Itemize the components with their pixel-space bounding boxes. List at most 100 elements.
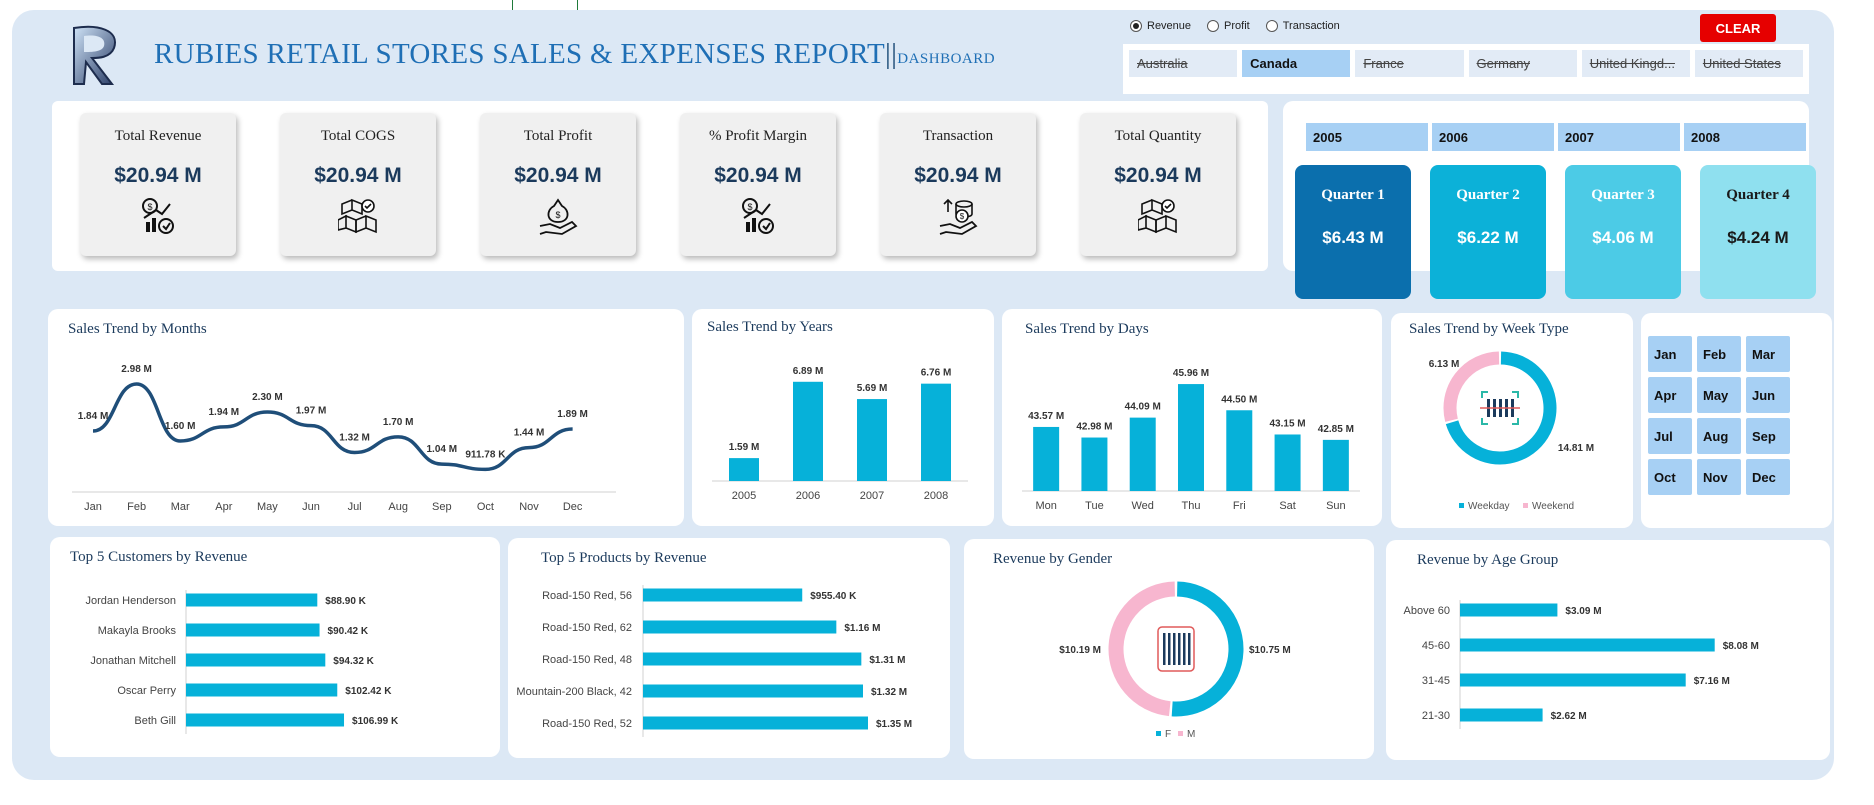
kpi-value: $20.94 M <box>1114 164 1202 187</box>
radio-label: Transaction <box>1282 20 1340 32</box>
radio-dot[interactable] <box>1130 20 1142 32</box>
data-label: 1.32 M <box>339 433 370 444</box>
data-label: $106.99 K <box>352 716 399 727</box>
data-label: $94.32 K <box>333 656 374 667</box>
x-tick-label: Fri <box>1233 500 1246 512</box>
logo <box>73 25 116 85</box>
quarter-1-card[interactable]: Quarter 1 $6.43 M <box>1295 165 1411 299</box>
bar <box>643 620 837 634</box>
x-tick-label: Feb <box>127 501 146 513</box>
y-tick-label: Makayla Brooks <box>98 625 177 637</box>
quarter-label: Quarter 4 <box>1726 187 1790 203</box>
month-oct[interactable]: Oct <box>1648 459 1692 495</box>
month-nov[interactable]: Nov <box>1697 459 1741 495</box>
quarter-4-card[interactable]: Quarter 4 $4.24 M <box>1700 165 1816 299</box>
y-tick-label: Jordan Henderson <box>85 595 176 607</box>
y-tick-label: Road-150 Red, 56 <box>542 590 632 602</box>
data-label: 1.97 M <box>296 406 327 417</box>
country-united-states[interactable]: United States <box>1694 50 1804 77</box>
clear-button[interactable]: CLEAR <box>1700 14 1776 42</box>
month-feb[interactable]: Feb <box>1697 336 1741 372</box>
y-tick-label: 21-30 <box>1422 710 1450 722</box>
donut-slice <box>1171 581 1244 717</box>
quarter-value: $4.06 M <box>1592 228 1654 247</box>
customers-bar-chart: $88.90 K Jordan Henderson $90.42 K Makayla … <box>85 590 399 734</box>
quarter-value: $6.43 M <box>1322 228 1384 247</box>
month-dec[interactable]: Dec <box>1746 459 1790 495</box>
country-united-kingdom[interactable]: United Kingd... <box>1581 50 1690 77</box>
quarter-2-card[interactable]: Quarter 2 $6.22 M <box>1430 165 1546 299</box>
x-tick-label: 2007 <box>860 490 884 502</box>
x-tick-label: Wed <box>1132 500 1154 512</box>
kpi-label: Total Quantity <box>1114 128 1202 144</box>
radio-revenue[interactable]: Revenue <box>1130 20 1191 32</box>
month-jan[interactable]: Jan <box>1648 336 1692 372</box>
quarter-3-card[interactable]: Quarter 3 $4.06 M <box>1565 165 1681 299</box>
x-tick-label: Jun <box>302 501 320 513</box>
months-card: Sales Trend by Months 1.84 M Jan 2.98 M Feb… <box>48 309 684 526</box>
kpi-total-revenue: Total Revenue $20.94 M $ <box>80 113 236 256</box>
data-label: $8.08 M <box>1723 641 1759 652</box>
radio-dot[interactable] <box>1265 20 1278 32</box>
boxes-icon <box>337 198 377 234</box>
data-label: $3.09 M <box>1565 606 1601 617</box>
radio-label: Profit <box>1224 20 1250 32</box>
gender-card: Revenue by Gender $10.75 M $10.19 MFM <box>964 539 1374 759</box>
month-mar[interactable]: Mar <box>1746 336 1790 372</box>
country-canada[interactable]: Canada <box>1242 50 1351 77</box>
customers-card: Top 5 Customers by Revenue $88.90 K Jorda… <box>50 537 500 757</box>
legend-swatch <box>1459 503 1464 508</box>
data-label: 1.70 M <box>383 417 414 428</box>
country-australia[interactable]: Australia <box>1129 50 1238 77</box>
kpi-total-cogs: Total COGS $20.94 M <box>280 113 436 256</box>
kpi-value: $20.94 M <box>114 164 202 187</box>
x-tick-label: Apr <box>215 501 232 513</box>
money-bag-hand-icon: $ <box>539 198 578 235</box>
coins-hand-icon: $ <box>939 198 978 235</box>
kpi-profit-margin: % Profit Margin $20.94 M $ <box>680 113 836 256</box>
quarter-value: $6.22 M <box>1457 228 1519 247</box>
country-germany[interactable]: Germany <box>1468 50 1577 77</box>
year-2006[interactable]: 2006 <box>1432 123 1554 151</box>
month-sep[interactable]: Sep <box>1746 418 1790 454</box>
month-jul[interactable]: Jul <box>1648 418 1692 454</box>
country-france[interactable]: France <box>1355 50 1464 77</box>
year-2008[interactable]: 2008 <box>1684 123 1806 151</box>
month-jun[interactable]: Jun <box>1746 377 1790 413</box>
data-label: $1.35 M <box>876 719 912 730</box>
radio-transaction[interactable]: Transaction <box>1265 20 1340 32</box>
bar <box>1226 410 1253 491</box>
month-apr[interactable]: Apr <box>1648 377 1692 413</box>
month-may[interactable]: May <box>1697 377 1741 413</box>
data-label: $90.42 K <box>328 626 369 637</box>
data-label: $88.90 K <box>325 596 366 607</box>
data-label: 2.98 M <box>121 364 152 375</box>
x-tick-label: Mon <box>1035 500 1056 512</box>
kpi-total-profit: Total Profit $20.94 M $ <box>480 113 636 256</box>
year-2007[interactable]: 2007 <box>1558 123 1680 151</box>
quarter-label: Quarter 3 <box>1591 187 1655 203</box>
gender-donut-chart: $10.75 M $10.19 M F M <box>1059 581 1291 740</box>
year-2005[interactable]: 2005 <box>1306 123 1428 151</box>
legend-label: M <box>1187 729 1195 740</box>
bar <box>857 399 887 481</box>
x-tick-label: Mar <box>171 501 190 513</box>
barcode-bar <box>1188 633 1191 665</box>
radio-dot[interactable] <box>1207 20 1220 32</box>
kpi-value: $20.94 M <box>714 164 802 187</box>
kpi-value: $20.94 M <box>914 164 1002 187</box>
bar <box>186 713 345 727</box>
title-text: RUBIES RETAIL STORES SALES & EXPENSES RE… <box>154 38 886 70</box>
title-subtitle: DASHBOARD <box>897 51 996 67</box>
radio-profit[interactable]: Profit <box>1207 20 1250 32</box>
legend-swatch <box>1156 731 1161 736</box>
barcode-bar <box>1183 633 1186 665</box>
data-label: 1.44 M <box>514 428 545 439</box>
svg-text:$: $ <box>960 212 965 221</box>
quarter-value: $4.24 M <box>1727 228 1789 247</box>
x-tick-label: Jul <box>348 501 362 513</box>
bar <box>921 383 951 481</box>
month-aug[interactable]: Aug <box>1697 418 1741 454</box>
data-label: 14.81 M <box>1558 443 1594 454</box>
data-label: 43.57 M <box>1028 411 1064 422</box>
